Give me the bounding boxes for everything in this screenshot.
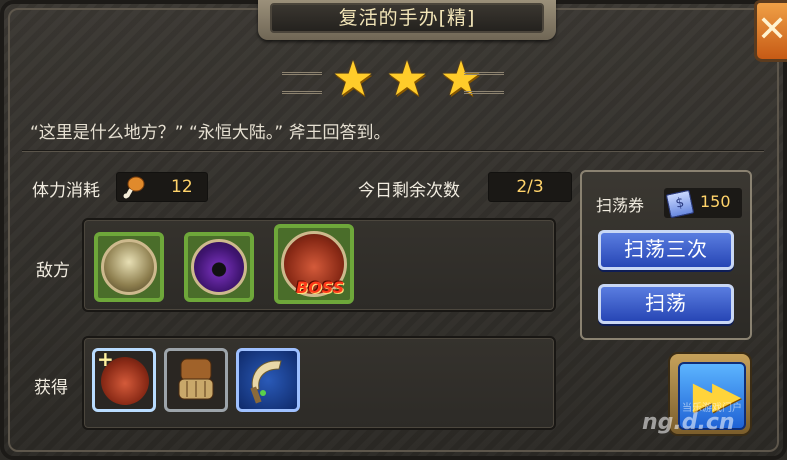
enemy-slot[interactable] [184,232,254,302]
ticket-count: 150 [700,192,731,211]
loot-slot[interactable] [164,348,228,412]
enemies-panel: BOSS [82,218,556,312]
boss-badge: BOSS [296,278,345,297]
drumstick-icon [123,176,145,199]
loot-slot[interactable]: + [92,347,156,412]
boss-slot[interactable]: BOSS [274,224,354,304]
sweep-three-button[interactable]: 扫荡三次 [598,230,734,270]
ticket-icon: $ [665,189,695,219]
gauntlet-icon [178,358,214,400]
skull-icon [101,239,157,295]
remaining-value: 2/3 [488,172,572,202]
close-button[interactable]: ✕ [754,0,787,62]
star-icon: ★ [331,51,375,107]
sweep-panel: 扫荡券 $ 150 扫荡三次 扫荡 [580,170,752,340]
enemies-label: 敌方 [36,261,70,281]
stamina-value-box: 12 [116,172,208,202]
horn-icon [250,360,282,404]
ornament-left-icon [282,72,322,94]
watermark-logo: ng.d.cn [642,410,735,435]
loot-panel: + [82,336,556,430]
ornament-right-icon [464,72,504,94]
hooded-mage-icon [191,239,247,295]
sweep-button[interactable]: 扫荡 [598,284,734,324]
ticket-label: 扫荡券 [596,196,645,215]
title-plate: 复活的手办[精] [258,0,556,40]
loot-slot[interactable] [236,348,300,412]
plus-icon: + [97,347,114,371]
stamina-value: 12 [171,177,193,197]
star-rating: ★ ★ ★ [282,54,504,104]
star-icon: ★ [385,51,429,107]
ticket-count-box: $ 150 [664,188,742,219]
loot-label: 获得 [34,378,68,398]
remaining-label: 今日剩余次数 [358,181,460,201]
divider [22,150,764,152]
story-quote: “这里是什么地方？” “永恒大陆。” 斧王回答到。 [30,123,391,143]
stamina-label: 体力消耗 [32,181,100,201]
dialog-title: 复活的手办[精] [270,3,544,33]
enemy-slot[interactable] [94,232,164,302]
